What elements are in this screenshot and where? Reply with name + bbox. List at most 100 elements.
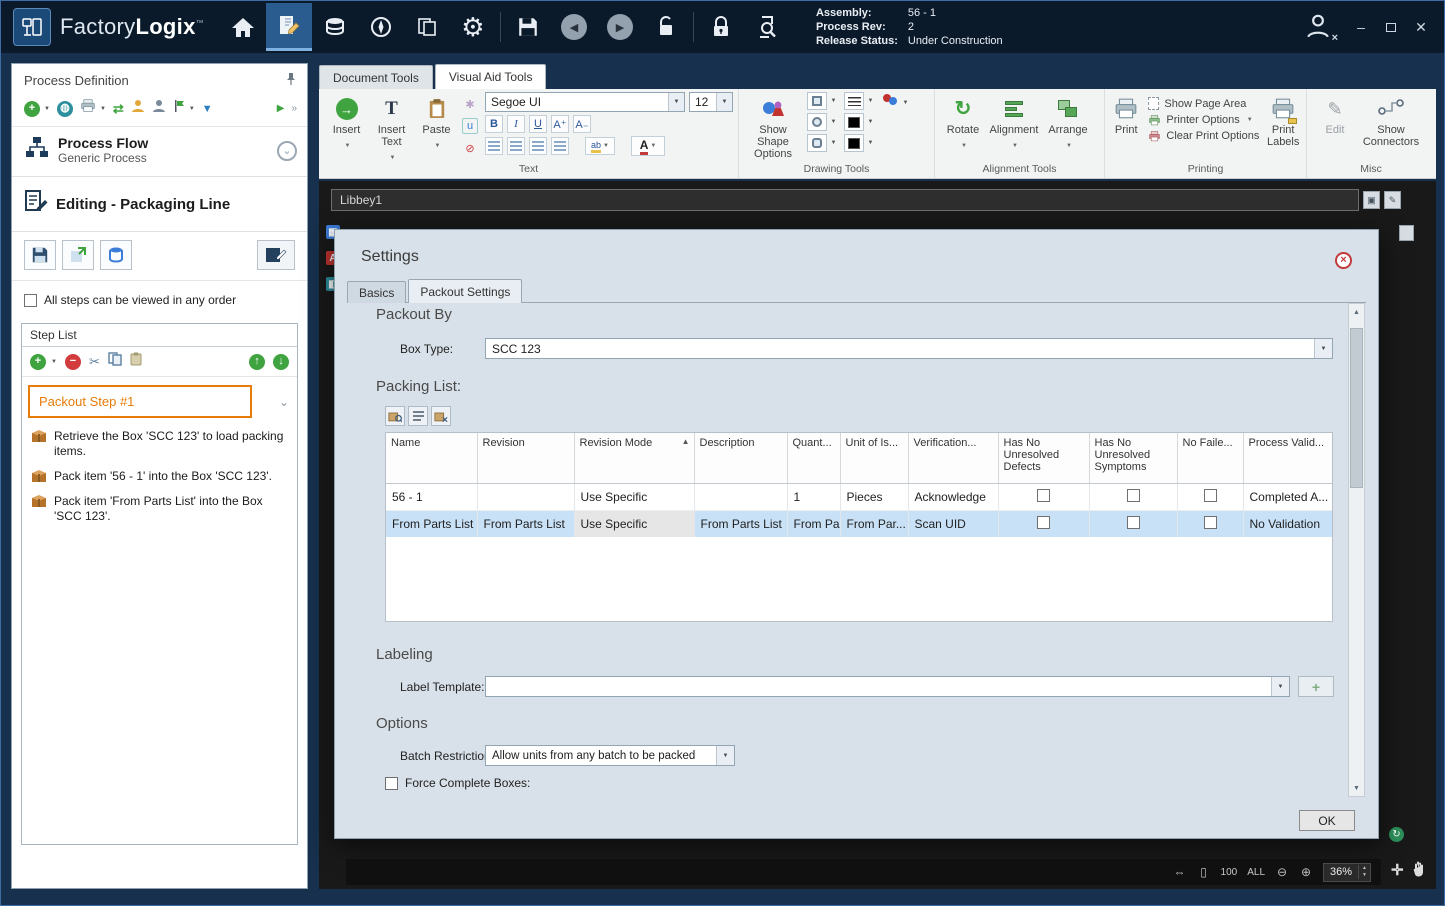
remove-step-button[interactable]: − <box>64 353 81 370</box>
font-family-combo[interactable]: Segoe UI <box>485 92 685 112</box>
no-failed-checkbox[interactable] <box>1203 515 1217 529</box>
underline-button[interactable]: U <box>529 115 547 133</box>
save-process-button[interactable] <box>24 240 56 270</box>
step-chevron-icon[interactable]: ⌄ <box>279 395 289 409</box>
cell-revision-mode[interactable]: Use Specific <box>574 510 695 537</box>
pan-mode-icon[interactable]: ✛ <box>1391 861 1404 882</box>
cell-revision[interactable] <box>477 483 575 511</box>
lock-button[interactable] <box>698 3 744 51</box>
design-canvas[interactable]: Libbey1 ▣ ✎ ▦ A ◧ ↻ Settings × Basics Pa… <box>319 181 1436 889</box>
col-no-failed[interactable]: No Faile... <box>1177 433 1244 484</box>
navigator-button[interactable] <box>358 3 404 51</box>
col-no-defects[interactable]: Has No Unresolved Defects <box>998 433 1090 484</box>
style-icon[interactable]: u <box>462 118 478 134</box>
subscript-button[interactable]: A₋ <box>573 115 591 133</box>
col-name[interactable]: Name <box>386 433 478 484</box>
chevron-down-icon[interactable] <box>828 134 839 152</box>
cell-process-validation[interactable]: No Validation <box>1243 510 1332 537</box>
insert-text-button[interactable]: T Insert Text <box>369 92 414 166</box>
save-button[interactable] <box>505 3 551 51</box>
no-symptoms-checkbox[interactable] <box>1126 488 1140 502</box>
add-item-button[interactable] <box>385 406 405 426</box>
doc-edit-icon[interactable]: ✎ <box>1384 191 1401 209</box>
step-item[interactable]: Pack item 'From Parts List' into the Box… <box>22 489 297 529</box>
align-justify-button[interactable] <box>551 137 569 155</box>
maximize-button[interactable] <box>1378 15 1404 39</box>
cell-quantity[interactable]: From Pa <box>787 510 841 537</box>
force-complete-row[interactable]: Force Complete Boxes: <box>385 776 530 790</box>
documents-button[interactable] <box>404 3 450 51</box>
rect-shape-button[interactable] <box>807 92 827 110</box>
item-list-button[interactable] <box>408 406 428 426</box>
col-no-symptoms[interactable]: Has No Unresolved Symptoms <box>1089 433 1178 484</box>
cell-revision-mode[interactable]: Use Specific <box>574 483 695 511</box>
align-left-button[interactable] <box>485 137 503 155</box>
combo-arrow-icon[interactable] <box>1314 339 1332 358</box>
dialog-scrollbar[interactable]: ▲ ▼ <box>1348 303 1365 797</box>
combo-arrow-icon[interactable] <box>716 746 734 765</box>
jump-button[interactable]: ▼ <box>202 103 213 115</box>
alignment-button[interactable]: Alignment <box>986 92 1042 154</box>
document-title-field[interactable]: Libbey1 <box>331 189 1359 211</box>
col-verification[interactable]: Verification... <box>908 433 999 484</box>
scroll-down-icon[interactable]: ▼ <box>1349 780 1364 796</box>
back-button[interactable]: ◀ <box>551 3 597 51</box>
highlight-color-button[interactable]: ab <box>585 137 615 155</box>
step-item[interactable]: Retrieve the Box 'SCC 123' to load packi… <box>22 424 297 464</box>
zoom-100-button[interactable]: 100 <box>1221 867 1238 878</box>
zoom-in-icon[interactable]: ⊕ <box>1299 865 1313 879</box>
forward-button[interactable]: ▶ <box>597 3 643 51</box>
cell-unit[interactable]: From Par... <box>840 510 909 537</box>
chevron-down-icon[interactable] <box>865 134 876 152</box>
rounded-rect-shape-button[interactable] <box>807 134 827 152</box>
print-button[interactable] <box>80 99 96 118</box>
move-step-up-button[interactable]: ↑ <box>249 353 265 370</box>
col-revision-mode[interactable]: Revision Mode ▲ <box>574 433 695 484</box>
user-button[interactable] <box>152 99 166 118</box>
import-button[interactable] <box>62 240 94 270</box>
user-logout-button[interactable]: × <box>1304 12 1338 44</box>
zoom-spinner[interactable]: 36% ▲ ▼ <box>1323 862 1371 882</box>
col-quantity[interactable]: Quant... <box>787 433 841 484</box>
chevron-down-icon[interactable] <box>865 92 876 110</box>
chevron-down-icon[interactable] <box>828 92 839 110</box>
fit-width-icon[interactable]: ⇔ <box>1173 865 1187 879</box>
table-row[interactable]: 56 - 1 Use Specific 1 Pieces Acknowledge… <box>386 483 1332 511</box>
add-label-template-button[interactable]: + <box>1298 676 1334 697</box>
cell-revision[interactable]: From Parts List <box>477 510 575 537</box>
tab-packout-settings[interactable]: Packout Settings <box>408 279 523 303</box>
no-failed-checkbox[interactable] <box>1203 488 1217 502</box>
line-style-button[interactable] <box>844 92 864 110</box>
cell-quantity[interactable]: 1 <box>787 483 841 511</box>
minimize-button[interactable]: – <box>1348 15 1374 39</box>
batch-restrictions-combo[interactable]: Allow units from any batch to be packed <box>485 745 735 766</box>
clear-formatting-icon[interactable]: ⊘ <box>462 140 478 156</box>
col-revision[interactable]: Revision <box>477 433 575 484</box>
show-shape-options-button[interactable]: Show Shape Options <box>744 92 802 160</box>
no-symptoms-checkbox[interactable] <box>1126 515 1140 529</box>
sync-button[interactable]: ⇄ <box>113 101 124 117</box>
box-type-combo[interactable]: SCC 123 <box>485 338 1333 359</box>
insert-button[interactable]: → Insert <box>324 92 369 154</box>
paste-button[interactable]: Paste <box>414 92 459 154</box>
inspection-button[interactable] <box>744 3 790 51</box>
combo-arrow-icon[interactable] <box>1271 677 1289 696</box>
close-button[interactable]: ✕ <box>1408 15 1434 39</box>
pin-icon[interactable] <box>285 72 297 89</box>
print-button-ribbon[interactable]: Print <box>1110 92 1142 136</box>
user-star-button[interactable] <box>131 99 145 118</box>
print-labels-button[interactable]: Print Labels <box>1265 92 1301 148</box>
show-page-area-button[interactable]: Show Page Area <box>1148 97 1259 110</box>
zoom-down-icon[interactable]: ▼ <box>1359 872 1370 879</box>
chevron-down-icon[interactable] <box>865 113 876 131</box>
edit-visual-aid-button[interactable] <box>257 240 295 270</box>
cell-description[interactable] <box>694 483 788 511</box>
remove-item-button[interactable] <box>431 406 451 426</box>
force-complete-checkbox[interactable] <box>385 776 398 790</box>
settings-gear-button[interactable]: ⚙ <box>450 3 496 51</box>
fill-color-button[interactable] <box>844 134 864 152</box>
move-step-down-button[interactable]: ↓ <box>273 353 289 370</box>
home-button[interactable] <box>220 3 266 51</box>
col-unit[interactable]: Unit of Is... <box>840 433 909 484</box>
cell-verification[interactable]: Scan UID <box>908 510 999 537</box>
